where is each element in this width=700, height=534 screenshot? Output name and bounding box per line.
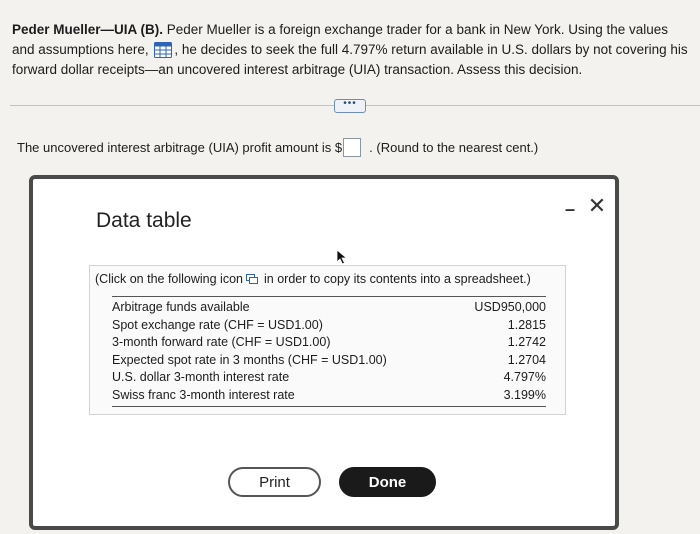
row-value: 4.797%	[503, 370, 546, 384]
row-label: Expected spot rate in 3 months (CHF = US…	[112, 352, 387, 367]
table-row: Expected spot rate in 3 months (CHF = US…	[112, 352, 546, 370]
print-button[interactable]: Print	[228, 467, 321, 497]
row-label: 3-month forward rate (CHF = USD1.00)	[112, 335, 331, 349]
answer-prefix: The uncovered interest arbitrage (UIA) p…	[17, 140, 343, 155]
table-row: Swiss franc 3-month interest rate 3.199%	[112, 387, 546, 405]
row-value: 1.2742	[507, 335, 546, 349]
minimize-button[interactable]: –	[560, 199, 580, 220]
data-table-panel: (Click on the following icon in order to …	[89, 265, 566, 415]
row-label: Arbitrage funds available	[112, 300, 250, 314]
question-text: Peder Mueller—UIA (B). Peder Mueller is …	[12, 20, 692, 80]
question-title: Peder Mueller—UIA (B).	[12, 22, 164, 37]
table-row: 3-month forward rate (CHF = USD1.00) 1.27…	[112, 334, 546, 352]
row-label: U.S. dollar 3-month interest rate	[112, 370, 290, 384]
table-row: Spot exchange rate (CHF = USD1.00) 1.2815	[112, 317, 546, 335]
mouse-pointer-icon	[336, 249, 348, 265]
table-row: U.S. dollar 3-month interest rate 4.797%	[112, 369, 546, 387]
modal-title: Data table	[96, 209, 192, 232]
copy-instruction: (Click on the following icon in order to …	[95, 272, 531, 286]
data-table-icon[interactable]	[154, 42, 173, 58]
data-table-modal: Data table – ✕ (Click on the following i…	[29, 175, 619, 530]
row-label: Spot exchange rate (CHF = USD1.00)	[112, 317, 323, 332]
row-value: USD950,000	[474, 300, 546, 314]
answer-suffix: . (Round to the nearest cent.)	[369, 140, 539, 155]
close-button[interactable]: ✕	[586, 193, 608, 219]
table-row: Arbitrage funds available USD950,000	[112, 299, 546, 317]
copy-instruction-part2: in order to copy its contents into a spr…	[264, 272, 531, 286]
row-value: 1.2815	[507, 317, 546, 332]
copy-instruction-part1: (Click on the following icon	[95, 272, 243, 286]
more-button[interactable]: •••	[334, 99, 366, 113]
data-table: Arbitrage funds available USD950,000 Spot…	[112, 296, 546, 407]
row-value: 1.2704	[507, 352, 546, 367]
row-label: Swiss franc 3-month interest rate	[112, 387, 295, 402]
answer-input[interactable]	[343, 138, 362, 157]
copy-icon[interactable]	[246, 273, 258, 284]
row-value: 3.199%	[503, 387, 546, 402]
answer-line: The uncovered interest arbitrage (UIA) p…	[17, 138, 538, 157]
done-button[interactable]: Done	[339, 467, 436, 497]
